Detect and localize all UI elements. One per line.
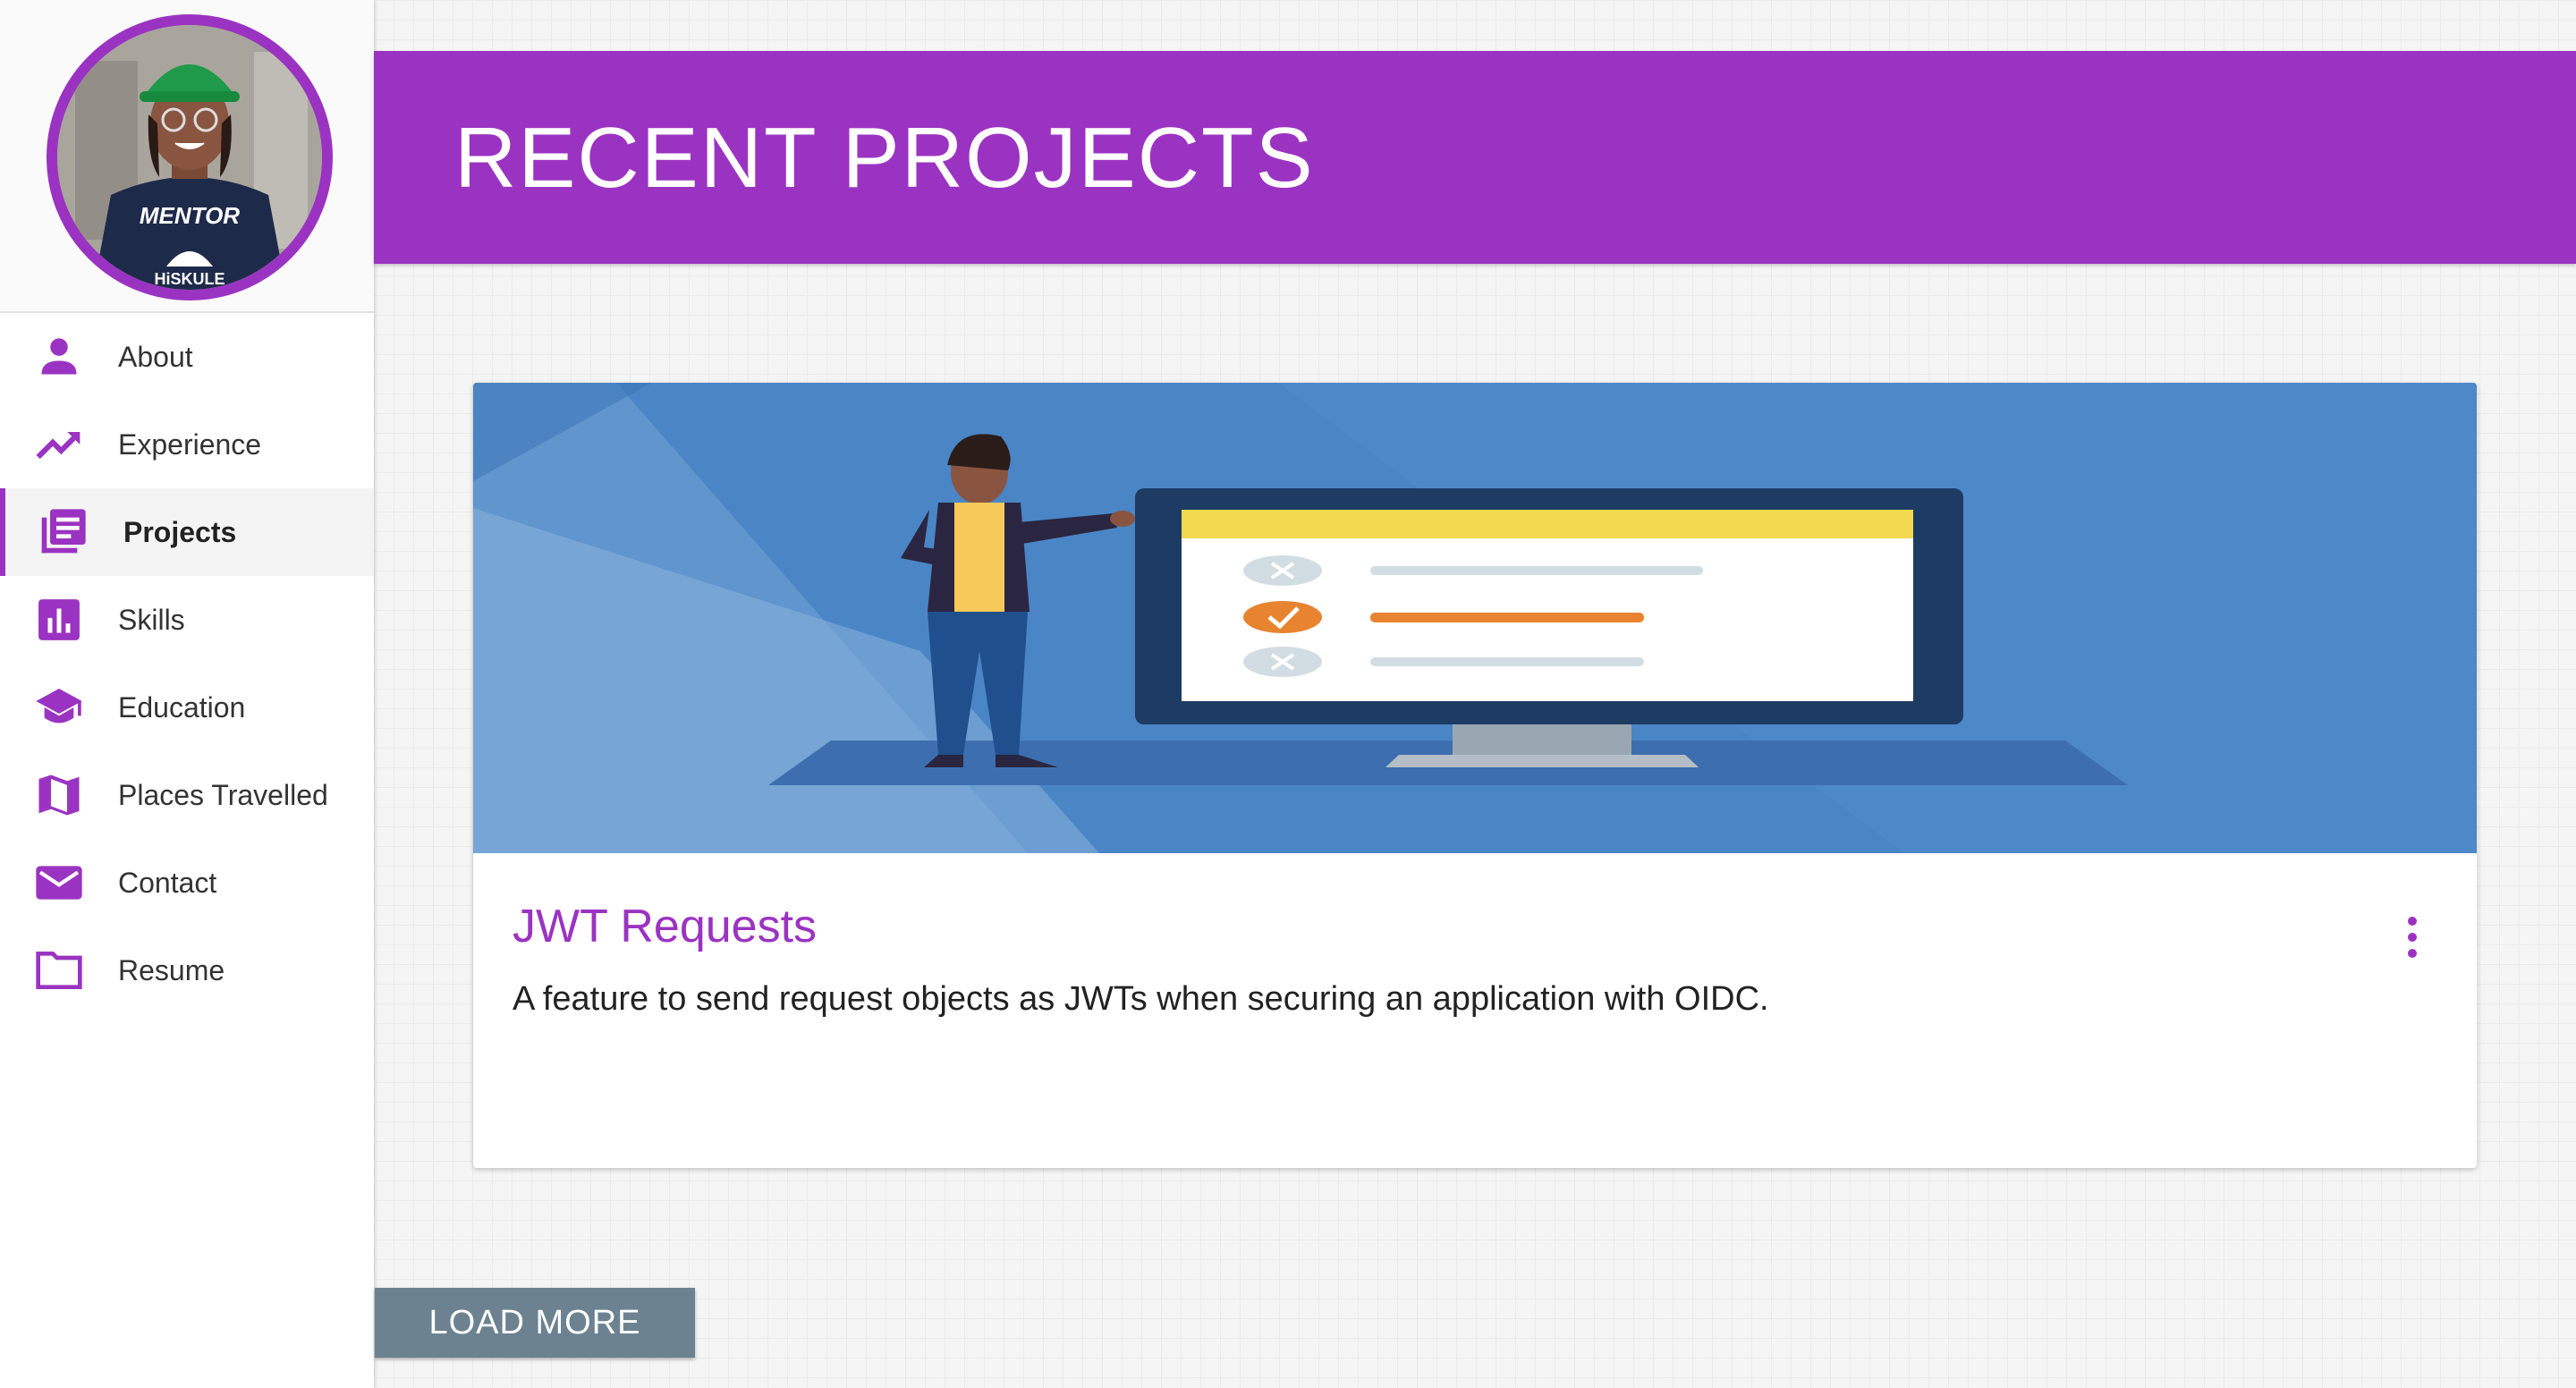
- sidebar-item-label: Projects: [123, 515, 237, 548]
- sidebar-item-education[interactable]: Education: [0, 664, 374, 751]
- sidebar-item-contact[interactable]: Contact: [0, 839, 374, 927]
- more-vert-icon[interactable]: [2394, 910, 2430, 964]
- sidebar-nav: About Experience Projects Skills Educati…: [0, 313, 374, 1014]
- trending-up-icon: [34, 419, 84, 470]
- shirt-logo-text: HiSKULE: [154, 270, 225, 288]
- load-more-button[interactable]: LOAD MORE: [375, 1288, 695, 1358]
- sidebar-item-label: Experience: [118, 427, 262, 461]
- sidebar-item-resume[interactable]: Resume: [0, 927, 374, 1014]
- sidebar-item-label: Resume: [118, 953, 225, 986]
- mail-icon: [34, 858, 84, 908]
- project-title[interactable]: JWT Requests: [513, 900, 817, 953]
- sidebar-item-experience[interactable]: Experience: [0, 401, 374, 488]
- sidebar: MENTOR HiSKULE About Experience Projects: [0, 0, 374, 1388]
- graduation-cap-icon: [34, 682, 84, 732]
- bar-chart-icon: [34, 595, 84, 645]
- sidebar-item-label: Skills: [118, 603, 185, 636]
- folder-icon: [34, 945, 84, 995]
- sidebar-item-places-travelled[interactable]: Places Travelled: [0, 751, 374, 839]
- page-title: RECENT PROJECTS: [454, 110, 1315, 206]
- list-document-icon: [38, 507, 88, 557]
- sidebar-item-label: Education: [118, 690, 246, 724]
- sidebar-item-projects[interactable]: Projects: [0, 488, 374, 576]
- page-header: RECENT PROJECTS: [374, 51, 2576, 264]
- sidebar-item-skills[interactable]: Skills: [0, 576, 374, 664]
- avatar: MENTOR HiSKULE: [47, 14, 333, 300]
- person-icon: [34, 332, 84, 382]
- sidebar-item-label: Contact: [118, 866, 217, 899]
- profile-header: MENTOR HiSKULE: [0, 0, 374, 313]
- project-description: A feature to send request objects as JWT…: [513, 980, 1769, 1018]
- sidebar-item-label: Places Travelled: [118, 778, 328, 811]
- project-card: JWT Requests A feature to send request o…: [473, 383, 2477, 1168]
- sidebar-item-label: About: [118, 340, 193, 373]
- avatar-photo: MENTOR HiSKULE: [57, 25, 322, 290]
- sidebar-item-about[interactable]: About: [0, 313, 374, 401]
- map-icon: [34, 770, 84, 820]
- shirt-text: MENTOR: [140, 202, 240, 229]
- project-illustration: [473, 383, 2477, 853]
